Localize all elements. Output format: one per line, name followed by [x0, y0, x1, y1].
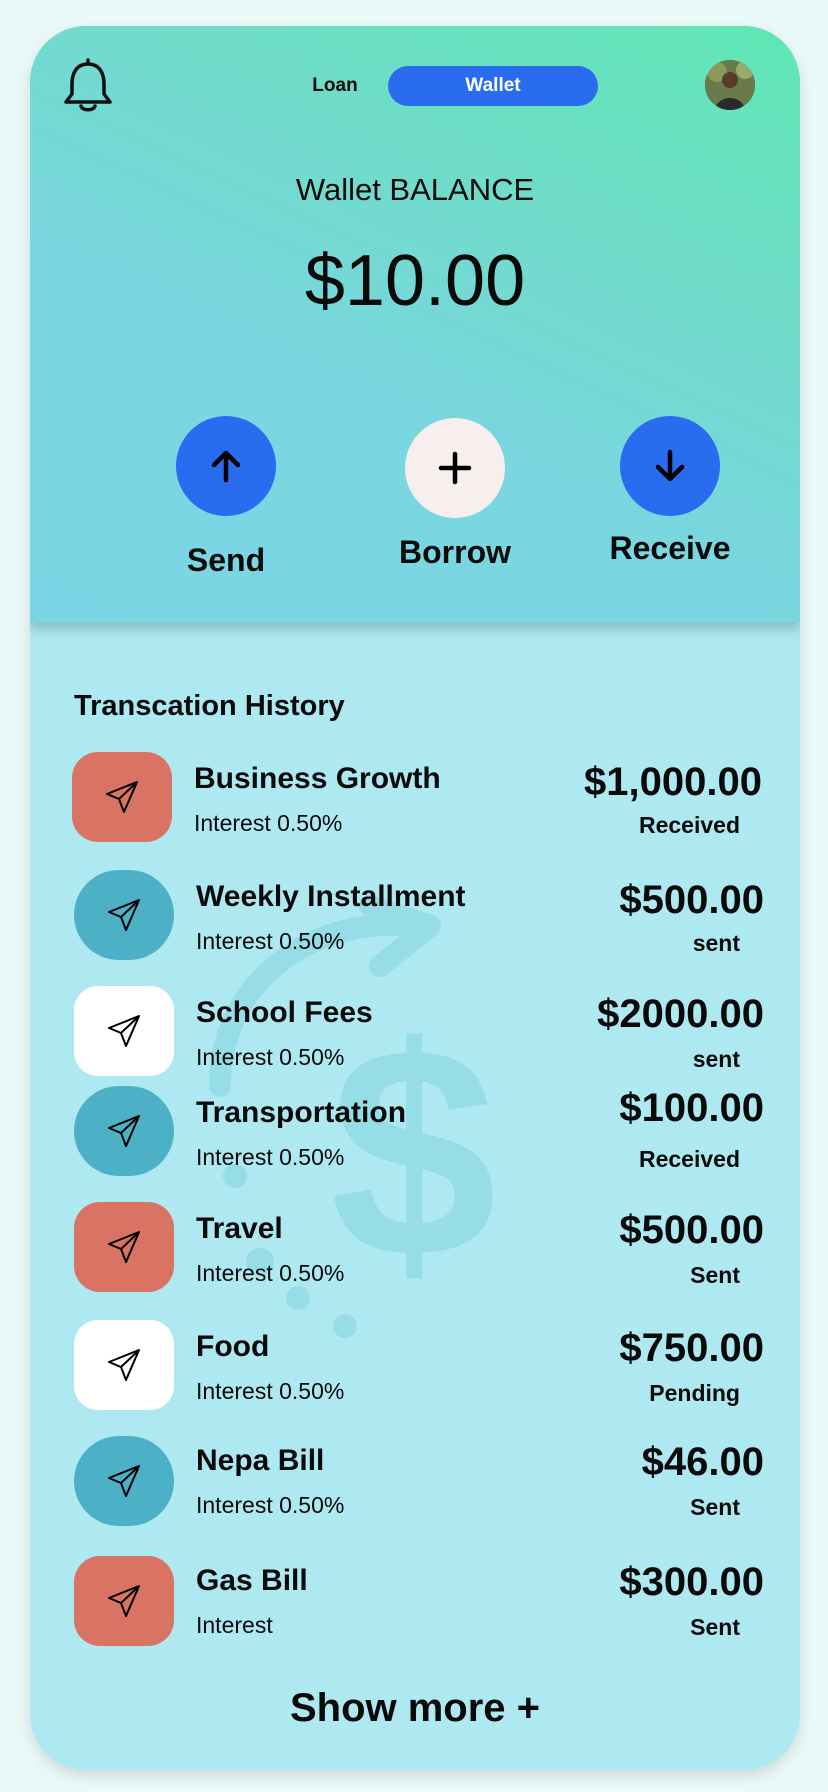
- transaction-status: Pending: [649, 1380, 740, 1406]
- transaction-interest: Interest 0.50%: [196, 1260, 345, 1286]
- tab-loan[interactable]: Loan: [280, 66, 390, 106]
- transaction-title: Travel: [196, 1212, 283, 1245]
- transaction-row[interactable]: Food Interest 0.50% $750.00 Pending: [30, 1320, 800, 1420]
- transaction-interest: Interest 0.50%: [196, 1044, 345, 1070]
- receive-button[interactable]: Receive: [575, 416, 765, 567]
- history-title: Transcation History: [74, 690, 345, 722]
- transaction-interest: Interest 0.50%: [196, 1378, 345, 1404]
- receive-circle[interactable]: [620, 416, 720, 516]
- transaction-amount: $500.00: [619, 1208, 764, 1252]
- transaction-icon: [74, 870, 174, 960]
- transaction-row[interactable]: Transportation Interest 0.50% $100.00 Re…: [30, 1086, 800, 1186]
- transaction-row[interactable]: Nepa Bill Interest 0.50% $46.00 Sent: [30, 1436, 800, 1536]
- user-avatar-icon: [705, 60, 755, 110]
- transaction-interest: Interest 0.50%: [196, 1144, 345, 1170]
- send-plane-icon: [108, 899, 140, 931]
- balance-label: Wallet BALANCE: [295, 172, 535, 207]
- transaction-row[interactable]: Business Growth Interest 0.50% $1,000.00…: [30, 752, 800, 852]
- transaction-amount: $750.00: [619, 1326, 764, 1370]
- arrow-down-icon: [655, 449, 685, 482]
- send-plane-icon: [108, 1115, 140, 1147]
- avatar[interactable]: [705, 60, 755, 110]
- transaction-status: Sent: [690, 1614, 740, 1640]
- transaction-title: Nepa Bill: [196, 1444, 325, 1477]
- transaction-interest: Interest 0.50%: [196, 1492, 345, 1518]
- send-plane-icon: [108, 1465, 140, 1497]
- tab-wallet[interactable]: Wallet: [388, 66, 598, 106]
- arrow-up-icon: [211, 450, 241, 483]
- send-label: Send: [186, 542, 266, 578]
- transaction-row[interactable]: Travel Interest 0.50% $500.00 Sent: [30, 1202, 800, 1302]
- transaction-interest: Interest 0.50%: [196, 928, 345, 954]
- borrow-label: Borrow: [399, 534, 511, 570]
- transaction-amount: $2000.00: [597, 992, 764, 1036]
- transaction-amount: $1,000.00: [584, 760, 762, 804]
- transaction-status: Received: [638, 812, 740, 838]
- transaction-status: Received: [638, 1146, 740, 1172]
- transaction-status: sent: [692, 930, 740, 956]
- transaction-icon: [74, 1436, 174, 1526]
- transaction-title: Business Growth: [194, 762, 441, 795]
- transaction-title: Weekly Installment: [196, 880, 466, 913]
- transaction-icon: [74, 1202, 174, 1292]
- transaction-title: Food: [196, 1330, 270, 1363]
- transaction-row[interactable]: School Fees Interest 0.50% $2000.00 sent: [30, 986, 800, 1086]
- transaction-icon: [74, 1556, 174, 1646]
- send-circle[interactable]: [176, 416, 276, 516]
- wallet-header: Loan Wallet Wallet BALANCE $10.00 Send B…: [30, 26, 800, 622]
- send-plane-icon: [108, 1231, 140, 1263]
- transaction-row[interactable]: Weekly Installment Interest 0.50% $500.0…: [30, 870, 800, 970]
- send-plane-icon: [108, 1585, 140, 1617]
- wallet-card: Loan Wallet Wallet BALANCE $10.00 Send B…: [30, 26, 800, 1770]
- transaction-interest: Interest 0.50%: [194, 810, 343, 836]
- transaction-icon: [74, 986, 174, 1076]
- transaction-row[interactable]: Gas Bill Interest $300.00 Sent: [30, 1556, 800, 1656]
- transaction-interest: Interest: [196, 1612, 273, 1638]
- transaction-icon: [74, 1320, 174, 1410]
- transaction-title: Transportation: [196, 1096, 407, 1129]
- send-plane-icon: [108, 1349, 140, 1381]
- transaction-amount: $500.00: [619, 878, 764, 922]
- plus-icon: [438, 451, 472, 485]
- transaction-status: sent: [692, 1046, 740, 1072]
- transaction-title: Gas Bill: [196, 1564, 308, 1597]
- send-plane-icon: [106, 781, 138, 813]
- bell-icon[interactable]: [62, 58, 114, 114]
- balance-amount: $10.00: [304, 241, 526, 321]
- show-more-button[interactable]: Show more +: [30, 1686, 800, 1731]
- transaction-icon: [72, 752, 172, 842]
- transaction-status: Sent: [690, 1494, 740, 1520]
- transaction-amount: $100.00: [619, 1086, 764, 1130]
- transaction-title: School Fees: [196, 996, 373, 1029]
- borrow-circle[interactable]: [405, 418, 505, 518]
- transaction-icon: [74, 1086, 174, 1176]
- transaction-amount: $300.00: [619, 1560, 764, 1604]
- send-plane-icon: [108, 1015, 140, 1047]
- transaction-amount: $46.00: [641, 1440, 764, 1484]
- borrow-button[interactable]: Borrow: [360, 418, 550, 571]
- transaction-status: Sent: [690, 1262, 740, 1288]
- receive-label: Receive: [609, 530, 731, 566]
- send-button[interactable]: Send: [146, 416, 306, 579]
